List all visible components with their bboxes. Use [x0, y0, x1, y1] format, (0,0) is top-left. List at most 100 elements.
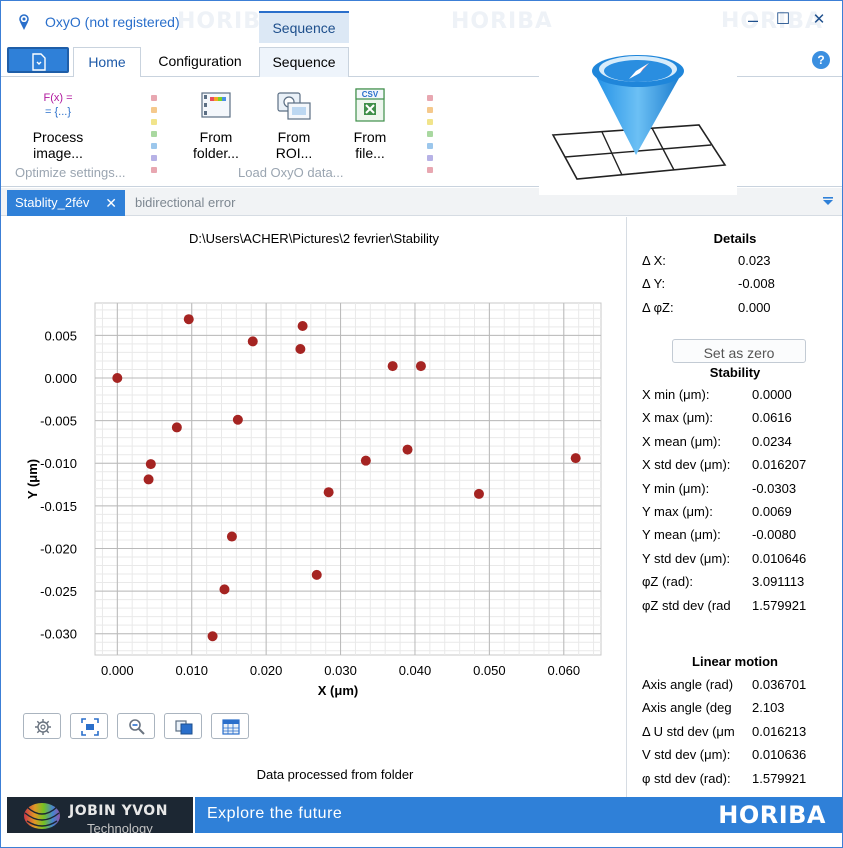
stability-row-label: X min (μm): [642, 387, 710, 402]
tab-close-icon[interactable]: ✕ [105, 190, 117, 216]
data-point [473, 488, 484, 499]
data-point [171, 422, 182, 433]
y-tick-label: -0.030 [40, 627, 77, 642]
from-file-label-1: From [353, 129, 387, 145]
stability-row-label: φZ (rad): [642, 574, 694, 590]
from-folder-label-1: From [199, 129, 233, 145]
stability-row: φZ std dev (rad 1.579921 [642, 596, 842, 616]
window-title: OxyO (not registered) [45, 14, 180, 30]
stability-row-value: -0.0303 [752, 480, 797, 496]
stability-row-value: 0.0000 [752, 387, 792, 402]
from-file-button[interactable]: CSV From file... [335, 87, 405, 167]
y-tick-label: -0.010 [40, 456, 77, 471]
details-panel: Details Δ X: 0.023 Δ Y: -0.008 Δ φZ: 0.000 Se… [628, 217, 842, 797]
data-point [143, 474, 154, 485]
app-window: OxyO (not registered) HORIBA HORIBA HORI… [0, 0, 843, 848]
tagline-bar: Explore the future HORIBA [195, 797, 842, 833]
minimize-button[interactable]: – [743, 9, 763, 31]
y-tick-label: -0.015 [40, 499, 77, 514]
x-tick-label: 0.000 [101, 663, 134, 678]
plot-area [94, 302, 602, 656]
csv-file-icon: CSV [355, 88, 385, 122]
tab-configuration[interactable]: Configuration [145, 47, 255, 78]
linear-motion-title: Linear motion [692, 654, 778, 669]
x-axis-label: X (μm) [318, 683, 358, 698]
csv-icon-text: CSV [362, 90, 379, 99]
function-icon: F(x) = = {...} [40, 87, 76, 123]
optimize-dots [151, 95, 157, 179]
linear_motion-row-value: 1.579921 [752, 770, 807, 786]
from-folder-button[interactable]: From folder... [181, 87, 251, 167]
stability-row: Y mean (μm): -0.0080 [642, 525, 842, 545]
from-roi-label-1: From [277, 129, 311, 145]
process-image-label-1: Process [32, 129, 84, 145]
app-logo-icon [19, 14, 29, 30]
zoom-out-icon [129, 719, 145, 735]
function-icon-line1: F(x) = [43, 92, 73, 104]
stability-row-label: X std dev (μm): [642, 457, 731, 473]
stability-row-label: Y min (μm): [642, 480, 710, 496]
from-roi-label-2: ROI... [275, 145, 313, 161]
table-view-button[interactable] [211, 713, 249, 739]
tab-stability[interactable]: Stablity_2fév ✕ [7, 190, 125, 216]
stability-row-label: Y max (μm): [642, 504, 713, 519]
table-icon [222, 719, 240, 735]
stability-row: X max (μm): 0.0616 [642, 408, 842, 428]
tab-bidirectional-error[interactable]: bidirectional error [127, 190, 243, 216]
stability-row-value: 0.0234 [752, 433, 792, 449]
process-image-button[interactable]: F(x) = = {...} Process image... [23, 87, 93, 167]
help-icon[interactable]: ? [812, 51, 830, 69]
x-tick-label: 0.040 [399, 663, 432, 678]
close-button[interactable]: ✕ [809, 9, 829, 31]
from-folder-label-2: folder... [193, 145, 239, 161]
jobin-yvon-logo-icon [24, 803, 60, 829]
details-row: Δ φZ: 0.000 [642, 298, 842, 318]
details-row: Δ X: 0.023 [642, 251, 842, 271]
data-point [183, 314, 194, 325]
tab-stability-label: Stablity_2fév [15, 195, 90, 210]
tagline: Explore the future [207, 805, 343, 822]
file-menu-button[interactable] [7, 47, 69, 73]
stability-row-value: 3.091113 [752, 574, 805, 590]
copy-button[interactable] [164, 713, 202, 739]
data-point [232, 414, 243, 425]
details-row: Δ Y: -0.008 [642, 274, 842, 294]
data-point [387, 361, 398, 372]
stability-row: φZ (rad): 3.091113 [642, 572, 842, 592]
linear_motion-row-value: 0.010636 [752, 747, 807, 763]
zoom-out-button[interactable] [117, 713, 155, 739]
data-point [297, 321, 308, 332]
linear_motion-row: Δ U std dev (μm 0.016213 [642, 722, 842, 742]
fit-screen-icon [81, 718, 99, 736]
tab-list-dropdown-icon[interactable] [822, 195, 834, 207]
tab-sequence[interactable]: Sequence [259, 47, 349, 78]
from-roi-button[interactable]: From ROI... [259, 87, 329, 167]
maximize-button[interactable]: ☐ [773, 9, 793, 31]
scatter-chart[interactable]: 0.000 0.010 0.020 0.030 0.040 0.050 0.060 0.005… [1, 217, 627, 707]
data-point [207, 631, 218, 642]
data-point [112, 373, 123, 384]
tab-home[interactable]: Home [73, 47, 141, 78]
jobin-yvon-banner: JOBIN YVON Technology [7, 797, 193, 836]
load-group-label[interactable]: Load OxyO data... [238, 165, 344, 180]
stability-row-value: 0.016207 [752, 457, 807, 473]
camera-roi-icon [277, 92, 311, 120]
plot-panel: D:\Users\ACHER\Pictures\2 fevrier\Stabil… [1, 217, 627, 797]
data-point [247, 336, 258, 347]
settings-button[interactable] [23, 713, 61, 739]
y-tick-label: -0.005 [40, 414, 77, 429]
data-point [219, 584, 230, 595]
y-tick-label: -0.020 [40, 541, 77, 556]
linear_motion-row-value: 2.103 [752, 700, 785, 716]
folder-spectrum-icon [201, 92, 231, 118]
data-point [145, 459, 156, 470]
set-as-zero-button[interactable]: Set as zero [672, 339, 806, 363]
stability-row-label: X mean (μm): [642, 433, 722, 449]
stability-row-value: 0.0616 [752, 410, 792, 426]
stability-row-label: φZ std dev (rad [642, 597, 731, 613]
fit-view-button[interactable] [70, 713, 108, 739]
x-tick-label: 0.010 [175, 663, 208, 678]
optimize-group-label[interactable]: Optimize settings... [15, 165, 126, 180]
linear_motion-row-value: 0.036701 [752, 677, 807, 692]
x-tick-label: 0.020 [250, 663, 283, 678]
